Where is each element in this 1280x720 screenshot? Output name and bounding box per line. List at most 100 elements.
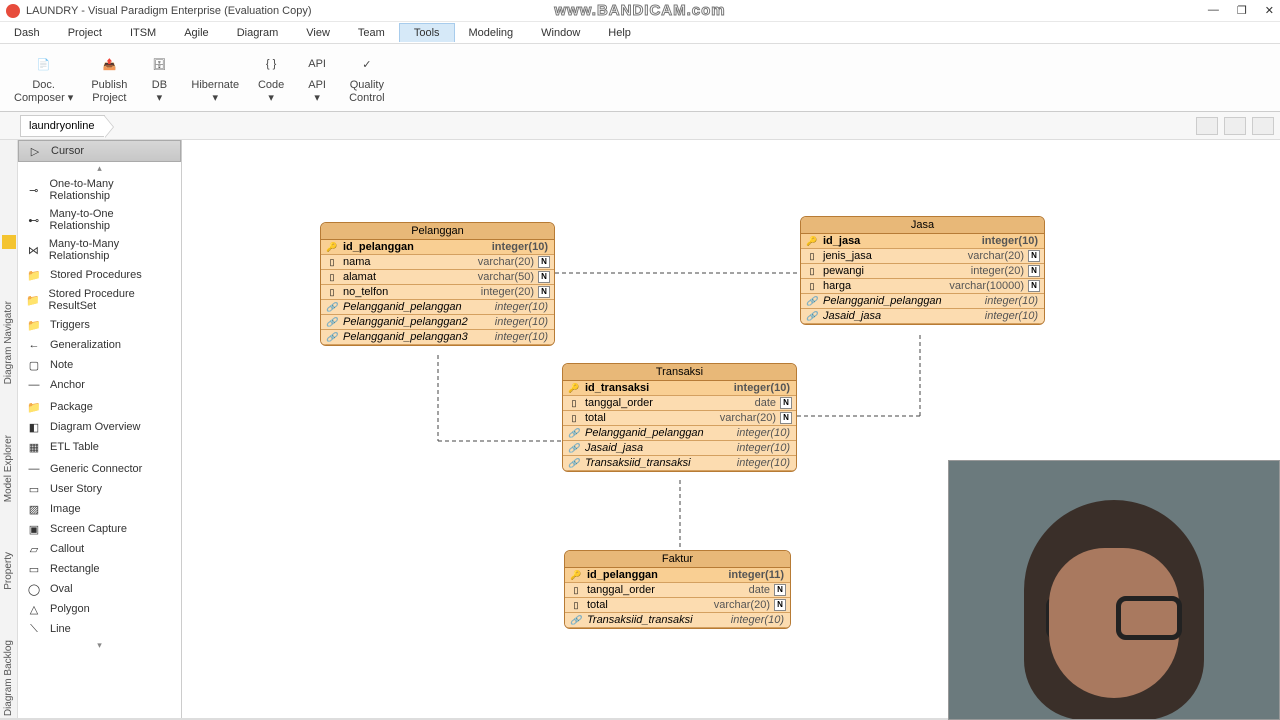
minimize-button[interactable]: — <box>1208 4 1219 17</box>
column-alamat[interactable]: ▯alamatvarchar(50)N <box>321 270 554 285</box>
menu-diagram[interactable]: Diagram <box>223 24 293 42</box>
maximize-button[interactable]: ❐ <box>1237 4 1247 17</box>
fk-icon: 🔗 <box>325 301 339 313</box>
palette-user-story[interactable]: ▭User Story <box>18 479 181 499</box>
column-Pelangganid_pelanggan[interactable]: 🔗Pelangganid_pelangganinteger(10) <box>801 294 1044 309</box>
column-Pelangganid_pelanggan2[interactable]: 🔗Pelangganid_pelanggan2integer(10) <box>321 315 554 330</box>
key-icon: 🔑 <box>569 569 583 581</box>
entity-pelanggan[interactable]: Pelanggan🔑id_pelangganinteger(10)▯namava… <box>320 222 555 346</box>
palette-etl-table[interactable]: ▦ETL Table <box>18 437 181 457</box>
menu-project[interactable]: Project <box>54 24 116 42</box>
column-total[interactable]: ▯totalvarchar(20)N <box>565 598 790 613</box>
column-total[interactable]: ▯totalvarchar(20)N <box>563 411 796 426</box>
menu-tools[interactable]: Tools <box>399 23 455 42</box>
ribbon-doc[interactable]: 📄Doc.Composer ▾ <box>6 49 81 105</box>
column-id_pelanggan[interactable]: 🔑id_pelangganinteger(10) <box>321 240 554 255</box>
sidetab-model-explorer[interactable]: Model Explorer <box>2 431 15 506</box>
menu-itsm[interactable]: ITSM <box>116 24 170 42</box>
sidetab-diagram-backlog[interactable]: Diagram Backlog <box>2 636 15 720</box>
publish-icon: 📤 <box>96 51 122 77</box>
column-nama[interactable]: ▯namavarchar(20)N <box>321 255 554 270</box>
palette-stored-procedures[interactable]: 📁Stored Procedures <box>18 265 181 285</box>
palette-icon: ▨ <box>26 502 42 516</box>
palette-icon: ← <box>26 338 42 352</box>
palette-icon: ▭ <box>26 562 42 576</box>
column-icon: ▯ <box>569 584 583 596</box>
menu-help[interactable]: Help <box>594 24 645 42</box>
column-id_transaksi[interactable]: 🔑id_transaksiinteger(10) <box>563 381 796 396</box>
column-tanggal_order[interactable]: ▯tanggal_orderdateN <box>563 396 796 411</box>
breadcrumb[interactable]: laundryonline <box>20 115 105 137</box>
palette-one-to-many-relationship[interactable]: ⊸One-to-Many Relationship <box>18 175 181 205</box>
toolbar-icon[interactable] <box>1252 117 1274 135</box>
palette-many-to-many-relationship[interactable]: ⋈Many-to-Many Relationship <box>18 235 181 265</box>
palette-screen-capture[interactable]: ▣Screen Capture <box>18 519 181 539</box>
column-Transaksiid_transaksi[interactable]: 🔗Transaksiid_transaksiinteger(10) <box>565 613 790 628</box>
ribbon-code[interactable]: { }Code▾ <box>249 49 293 105</box>
not-null-badge: N <box>780 397 792 409</box>
entity-transaksi[interactable]: Transaksi🔑id_transaksiinteger(10)▯tangga… <box>562 363 797 472</box>
palette-package[interactable]: 📁Package <box>18 397 181 417</box>
column-jenis_jasa[interactable]: ▯jenis_jasavarchar(20)N <box>801 249 1044 264</box>
entity-faktur[interactable]: Faktur🔑id_pelangganinteger(11)▯tanggal_o… <box>564 550 791 629</box>
column-Jasaid_jasa[interactable]: 🔗Jasaid_jasainteger(10) <box>801 309 1044 324</box>
palette-icon: 📁 <box>26 268 42 282</box>
ribbon-api[interactable]: APIAPI▾ <box>295 49 339 105</box>
entity-jasa[interactable]: Jasa🔑id_jasainteger(10)▯jenis_jasavarcha… <box>800 216 1045 325</box>
menu-modeling[interactable]: Modeling <box>455 24 528 42</box>
menubar: DashProjectITSMAgileDiagramViewTeamTools… <box>0 22 1280 44</box>
palette-generic-connector[interactable]: —Generic Connector <box>18 459 181 479</box>
menu-team[interactable]: Team <box>344 24 399 42</box>
sidetab-property[interactable]: Property <box>2 548 15 594</box>
menu-dash[interactable]: Dash <box>0 24 54 42</box>
column-Pelangganid_pelanggan[interactable]: 🔗Pelangganid_pelangganinteger(10) <box>563 426 796 441</box>
ribbon-publish[interactable]: 📤PublishProject <box>83 49 135 105</box>
column-Jasaid_jasa[interactable]: 🔗Jasaid_jasainteger(10) <box>563 441 796 456</box>
palette-oval[interactable]: ◯Oval <box>18 579 181 599</box>
column-Pelangganid_pelanggan3[interactable]: 🔗Pelangganid_pelanggan3integer(10) <box>321 330 554 345</box>
palette-anchor[interactable]: —Anchor <box>18 375 181 395</box>
palette-callout[interactable]: ▱Callout <box>18 539 181 559</box>
ribbon-hib[interactable]: Hibernate▾ <box>183 49 247 105</box>
palette-cursor[interactable]: ▷Cursor <box>18 140 181 162</box>
column-no_telfon[interactable]: ▯no_telfoninteger(20)N <box>321 285 554 300</box>
palette-note[interactable]: ▢Note <box>18 355 181 375</box>
palette-icon: ▦ <box>26 440 42 454</box>
palette-rectangle[interactable]: ▭Rectangle <box>18 559 181 579</box>
palette-icon: ◧ <box>26 420 42 434</box>
breadcrumb-bar: laundryonline <box>0 112 1280 140</box>
ribbon-qc[interactable]: ✓QualityControl <box>341 49 392 105</box>
menu-view[interactable]: View <box>292 24 344 42</box>
not-null-badge: N <box>774 584 786 596</box>
not-null-badge: N <box>774 599 786 611</box>
ribbon: 📄Doc.Composer ▾📤PublishProject🗄DB▾Hibern… <box>0 44 1280 112</box>
palette-generalization[interactable]: ←Generalization <box>18 335 181 355</box>
palette-polygon[interactable]: △Polygon <box>18 599 181 619</box>
column-Pelangganid_pelanggan[interactable]: 🔗Pelangganid_pelangganinteger(10) <box>321 300 554 315</box>
palette-stored-procedure-resultset[interactable]: 📁Stored Procedure ResultSet <box>18 285 181 315</box>
column-id_pelanggan[interactable]: 🔑id_pelangganinteger(11) <box>565 568 790 583</box>
fk-icon: 🔗 <box>805 295 819 307</box>
palette-icon: ◯ <box>26 582 42 596</box>
column-icon: ▯ <box>567 397 581 409</box>
column-icon: ▯ <box>325 256 339 268</box>
menu-window[interactable]: Window <box>527 24 594 42</box>
column-harga[interactable]: ▯hargavarchar(10000)N <box>801 279 1044 294</box>
palette-image[interactable]: ▨Image <box>18 499 181 519</box>
column-id_jasa[interactable]: 🔑id_jasainteger(10) <box>801 234 1044 249</box>
sidetab-diagram-navigator[interactable]: Diagram Navigator <box>2 297 15 388</box>
palette-many-to-one-relationship[interactable]: ⊷Many-to-One Relationship <box>18 205 181 235</box>
menu-agile[interactable]: Agile <box>170 24 222 42</box>
column-Transaksiid_transaksi[interactable]: 🔗Transaksiid_transaksiinteger(10) <box>563 456 796 471</box>
ribbon-db[interactable]: 🗄DB▾ <box>137 49 181 105</box>
key-icon: 🔑 <box>567 382 581 394</box>
toolbar-icon[interactable] <box>1224 117 1246 135</box>
palette-icon: 📁 <box>26 293 41 307</box>
palette-triggers[interactable]: 📁Triggers <box>18 315 181 335</box>
palette-diagram-overview[interactable]: ◧Diagram Overview <box>18 417 181 437</box>
column-tanggal_order[interactable]: ▯tanggal_orderdateN <box>565 583 790 598</box>
palette-line[interactable]: ⟍Line <box>18 619 181 639</box>
close-button[interactable]: ✕ <box>1265 4 1274 17</box>
column-pewangi[interactable]: ▯pewangiinteger(20)N <box>801 264 1044 279</box>
toolbar-icon[interactable] <box>1196 117 1218 135</box>
